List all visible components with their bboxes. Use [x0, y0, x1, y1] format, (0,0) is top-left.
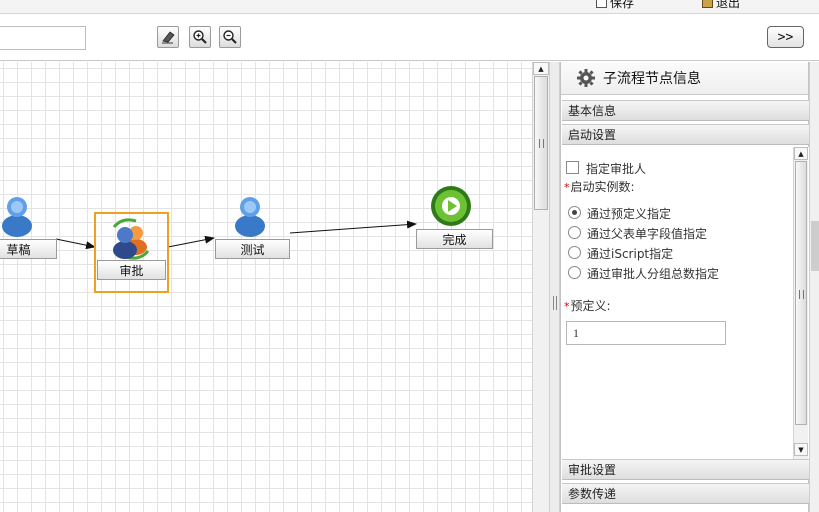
exit-button[interactable]: 退出	[702, 0, 740, 9]
section-approval-settings[interactable]: 审批设置	[562, 459, 809, 480]
zoom-out-icon	[223, 30, 237, 44]
save-button[interactable]: 保存	[596, 0, 634, 9]
predefined-label: *预定义:	[564, 297, 611, 314]
option-parent-form-field-label: 通过父表单字段值指定	[587, 227, 708, 241]
option-iscript-radio[interactable]	[568, 246, 581, 259]
exit-icon	[702, 0, 713, 8]
canvas-scrollbar[interactable]: ▲	[532, 62, 549, 512]
zoom-in-button[interactable]	[189, 26, 211, 48]
section-parameter-passing[interactable]: 参数传递	[562, 483, 809, 504]
scroll-grip-icon	[539, 139, 544, 148]
specify-approver-label: 指定审批人	[586, 162, 647, 176]
page-scrollbar[interactable]	[809, 62, 819, 512]
zoom-out-button[interactable]	[219, 26, 241, 48]
startup-settings-body: ▲ ▼ 指定审批人 *启动实例数: 通过预定义指定 通过父表单字段值指定 通过i…	[562, 147, 809, 459]
gear-icon	[577, 69, 595, 87]
connector-draft-approve[interactable]	[55, 238, 96, 250]
eraser-icon	[162, 31, 175, 44]
connector-approve-test[interactable]	[167, 235, 215, 248]
canvas-scroll-thumb[interactable]	[534, 76, 548, 210]
expand-panel-button[interactable]: >>	[767, 26, 804, 48]
option-approver-group-radio[interactable]	[568, 266, 581, 279]
node-label: 审批	[97, 260, 166, 280]
startup-scroll-thumb[interactable]	[795, 161, 807, 425]
startup-scrollbar[interactable]: ▲ ▼	[793, 147, 808, 459]
instance-count-label: *启动实例数:	[564, 178, 635, 195]
node-label: 完成	[416, 229, 493, 249]
flow-name-input[interactable]	[0, 26, 86, 50]
instance-count-text: 启动实例数:	[570, 180, 635, 194]
option-predefined-label: 通过预定义指定	[587, 207, 672, 221]
connector-test-finish[interactable]	[289, 220, 417, 234]
top-action-bar: 保存 退出	[0, 0, 819, 14]
designer-toolbar: >>	[0, 15, 819, 61]
page-scroll-thumb[interactable]	[811, 221, 819, 271]
splitter-grip-icon	[553, 296, 557, 310]
zoom-in-icon	[193, 30, 207, 44]
section-basic-info[interactable]: 基本信息	[562, 100, 809, 121]
scroll-up-arrow[interactable]: ▲	[794, 147, 808, 160]
flow-canvas[interactable]: 草稿 审批 测试 完成	[0, 62, 532, 512]
section-startup-settings[interactable]: 启动设置	[562, 124, 809, 145]
option-iscript-label: 通过iScript指定	[587, 247, 674, 261]
option-predefined-radio[interactable]	[568, 206, 581, 219]
node-properties-panel: 子流程节点信息 基本信息 启动设置 ▲ ▼ 指定审批人 *启动实例数: 通过预定…	[560, 62, 809, 512]
save-icon	[596, 0, 607, 8]
connector-layer	[55, 220, 417, 250]
predefined-text: 预定义:	[570, 299, 611, 313]
option-approver-group-label: 通过审批人分组总数指定	[587, 267, 720, 281]
panel-splitter[interactable]	[549, 62, 560, 512]
panel-title: 子流程节点信息	[561, 62, 808, 95]
scroll-grip-icon	[799, 290, 804, 299]
user-group-cycle-icon	[112, 218, 150, 260]
scroll-up-arrow[interactable]: ▲	[533, 62, 549, 75]
option-parent-form-field-radio[interactable]	[568, 226, 581, 239]
user-icon	[2, 197, 32, 237]
specify-approver-checkbox[interactable]	[566, 161, 579, 174]
eraser-button[interactable]	[157, 26, 179, 48]
node-label: 测试	[215, 239, 290, 259]
predefined-value-input[interactable]: 1	[566, 321, 726, 345]
scroll-down-arrow[interactable]: ▼	[794, 443, 808, 456]
required-mark: *	[564, 300, 570, 313]
exit-label: 退出	[716, 0, 741, 9]
node-label: 草稿	[0, 239, 57, 259]
required-mark: *	[564, 181, 570, 194]
end-circle-icon	[431, 186, 471, 226]
panel-title-text: 子流程节点信息	[603, 71, 701, 87]
user-icon	[235, 197, 265, 237]
save-label: 保存	[610, 0, 635, 9]
